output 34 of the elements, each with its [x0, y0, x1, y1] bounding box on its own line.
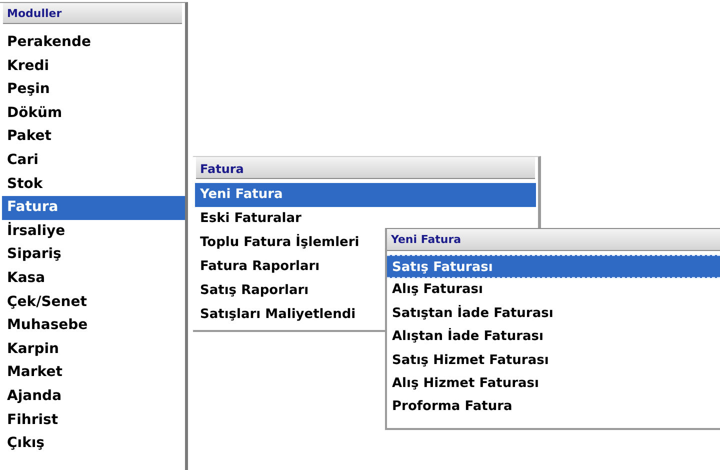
panel-header: Yeni Fatura: [387, 229, 720, 251]
menu-item[interactable]: Çıkış: [2, 432, 50, 456]
panel-header: Fatura: [196, 157, 535, 179]
menu-item[interactable]: Eski Faturalar: [195, 207, 306, 231]
menu-item[interactable]: Fatura Raporları: [195, 255, 325, 279]
menu-item[interactable]: Çek/Senet: [2, 290, 92, 314]
menu-item[interactable]: Fatura: [2, 196, 185, 220]
menu-item[interactable]: Fihrist: [2, 408, 64, 432]
menu-item[interactable]: Toplu Fatura İşlemleri: [195, 231, 364, 255]
menu-item[interactable]: Yeni Fatura: [195, 183, 536, 207]
menu-item[interactable]: Sipariş: [2, 243, 66, 267]
menu-item[interactable]: Cari: [2, 148, 44, 173]
menu-item[interactable]: Alış Faturası: [387, 278, 488, 302]
menu-item[interactable]: Muhasebe: [2, 314, 93, 338]
menu-item[interactable]: Satış Hizmet Faturası: [387, 348, 554, 372]
menu-item[interactable]: Ajanda: [2, 384, 67, 408]
menu-item[interactable]: Kasa: [2, 266, 50, 291]
menu-item[interactable]: Satış Raporları: [195, 279, 314, 303]
menu-item[interactable]: Market: [2, 361, 68, 385]
panel-header: Moduller: [3, 3, 182, 24]
menu-item[interactable]: Paket: [2, 125, 56, 149]
menu-item[interactable]: Satışları Maliyetlendi: [195, 303, 361, 327]
menu-item[interactable]: Satıştan İade Faturası: [387, 302, 558, 326]
menu-item[interactable]: Döküm: [2, 102, 68, 126]
menu-item[interactable]: Alış Hizmet Faturası: [387, 372, 544, 396]
menu-item[interactable]: Satış Faturası: [387, 255, 720, 278]
menu-item[interactable]: Karpin: [2, 338, 64, 362]
menu-item[interactable]: Perakende: [2, 31, 96, 55]
menu-item[interactable]: Kredi: [2, 54, 54, 78]
menu-item[interactable]: Alıştan İade Faturası: [387, 325, 548, 349]
menu-item[interactable]: Stok: [2, 172, 48, 196]
menu-item[interactable]: İrsaliye: [2, 220, 70, 244]
menu-item[interactable]: Proforma Fatura: [387, 395, 518, 419]
menu-item[interactable]: Peşin: [2, 78, 55, 102]
